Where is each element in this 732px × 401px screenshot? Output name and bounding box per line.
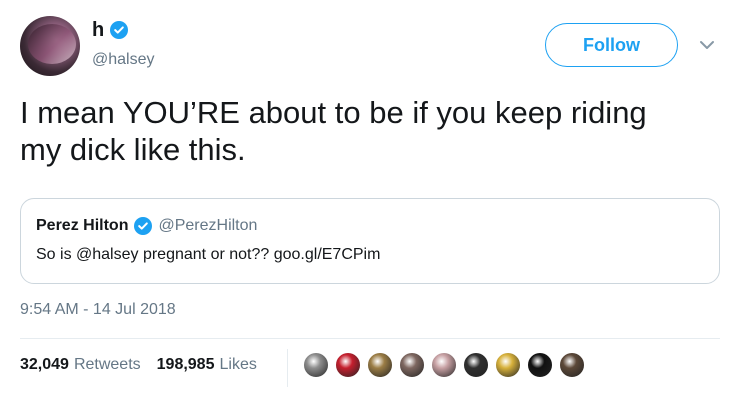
liker-avatar[interactable] [526, 351, 554, 379]
liker-avatar[interactable] [334, 351, 362, 379]
retweets-label: Retweets [73, 356, 141, 373]
quoted-display-name[interactable]: Perez Hilton [36, 217, 128, 235]
tweet-card: h @halsey Follow I mean YOU’RE about to … [0, 0, 732, 401]
likes-stat[interactable]: 198,985 Likes [157, 356, 257, 374]
quoted-tweet-text: So is @halsey pregnant or not?? goo.gl/E… [36, 246, 381, 263]
chevron-down-icon[interactable] [698, 39, 716, 51]
liker-avatar[interactable] [558, 351, 586, 379]
liker-avatar[interactable] [398, 351, 426, 379]
stats-divider-line [20, 338, 720, 339]
likes-count: 198,985 [156, 356, 215, 373]
retweets-count: 32,049 [20, 356, 69, 373]
liker-avatar[interactable] [494, 351, 522, 379]
author-avatar[interactable] [20, 16, 80, 76]
avatar-image [28, 24, 76, 64]
author-display-name[interactable]: h [92, 20, 104, 40]
liker-avatar[interactable] [462, 351, 490, 379]
liker-avatar[interactable] [366, 351, 394, 379]
retweets-stat[interactable]: 32,049 Retweets [20, 356, 141, 374]
verified-icon [134, 217, 153, 235]
quoted-tweet-card[interactable]: Perez Hilton @PerezHilton So is @halsey … [20, 198, 720, 284]
verified-icon [110, 21, 129, 39]
follow-button[interactable]: Follow [545, 23, 678, 67]
likes-label: Likes [219, 356, 257, 373]
stats-separator [287, 349, 288, 387]
tweet-stats: 32,049 Retweets 198,985 Likes [20, 356, 257, 374]
tweet-text: I mean YOU’RE about to be if you keep ri… [20, 95, 647, 167]
quoted-tweet-header: Perez Hilton @PerezHilton [36, 217, 257, 235]
tweet-timestamp[interactable]: 9:54 AM - 14 Jul 2018 [20, 301, 176, 319]
liker-avatars [302, 351, 586, 379]
liker-avatar[interactable] [302, 351, 330, 379]
author-name-row: h [92, 20, 129, 40]
author-handle[interactable]: @halsey [92, 51, 155, 69]
liker-avatar[interactable] [430, 351, 458, 379]
quoted-handle[interactable]: @PerezHilton [158, 217, 257, 235]
